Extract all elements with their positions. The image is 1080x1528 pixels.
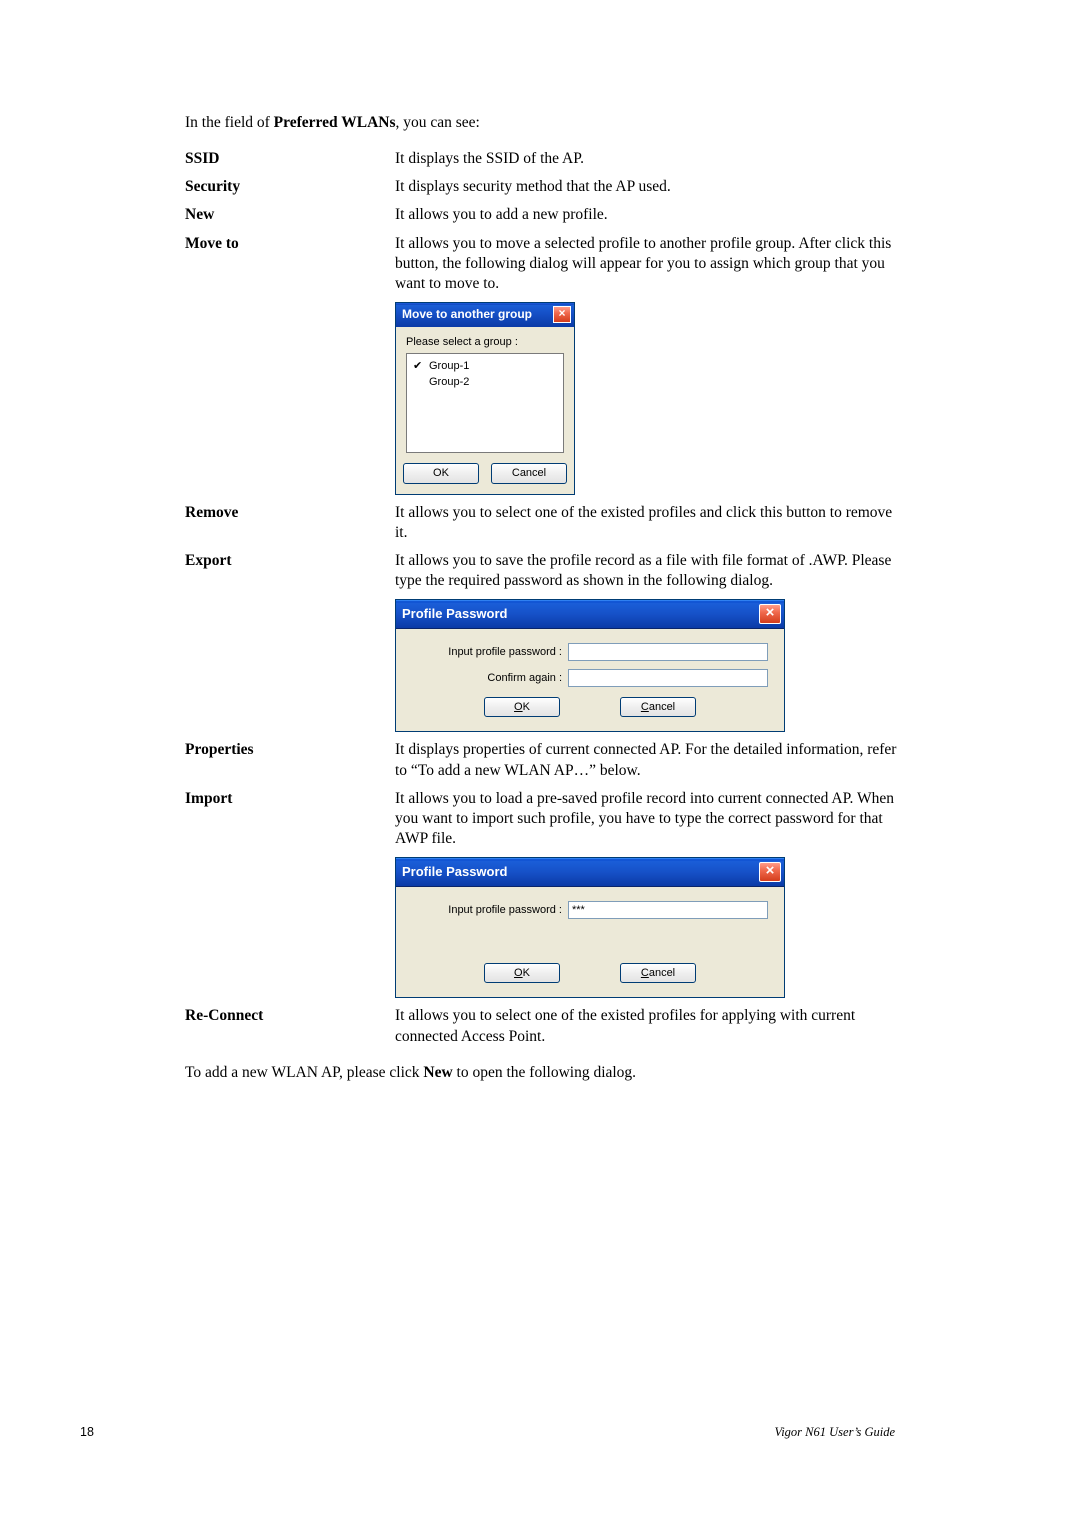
desc-export: It allows you to save the profile record… xyxy=(395,547,898,595)
import-password-label: Input profile password : xyxy=(412,903,568,917)
cancel-button[interactable]: Cancel xyxy=(620,697,696,717)
move-to-dialog: Move to another group × Please select a … xyxy=(395,302,575,495)
term-export: Export xyxy=(185,547,395,595)
export-password-label: Input profile password : xyxy=(412,645,568,659)
close-icon[interactable]: × xyxy=(553,306,571,323)
page-number: 18 xyxy=(80,1424,94,1440)
ok-button[interactable]: OK xyxy=(484,963,560,983)
group-item-2[interactable]: Group-2 xyxy=(413,374,557,390)
export-password-input[interactable] xyxy=(568,643,768,661)
desc-properties: It displays properties of current connec… xyxy=(395,736,898,784)
close-icon[interactable]: × xyxy=(759,604,781,624)
profile-export-body: Input profile password : Confirm again :… xyxy=(396,629,784,731)
intro-bold: Preferred WLANs xyxy=(274,114,396,131)
desc-ssid: It displays the SSID of the AP. xyxy=(395,145,898,173)
profile-import-title: Profile Password xyxy=(402,864,507,881)
group-1-label: Group-1 xyxy=(429,359,469,373)
profile-import-titlebar: Profile Password × xyxy=(396,858,784,887)
intro-pre: In the field of xyxy=(185,114,274,131)
desc-new: It allows you to add a new profile. xyxy=(395,201,898,229)
desc-security: It displays security method that the AP … xyxy=(395,173,898,201)
term-new: New xyxy=(185,201,395,229)
cancel-rest: ancel xyxy=(649,967,675,979)
ok-rest: K xyxy=(523,701,530,713)
term-moveto: Move to xyxy=(185,230,395,298)
ok-underline: O xyxy=(514,701,523,713)
term-security: Security xyxy=(185,173,395,201)
intro-line: In the field of Preferred WLANs, you can… xyxy=(185,113,898,133)
group-2-label: Group-2 xyxy=(429,375,469,389)
guide-name: Vigor N61 User’s Guide xyxy=(775,1424,896,1440)
ok-underline: O xyxy=(514,967,523,979)
cancel-button[interactable]: Cancel xyxy=(491,463,567,483)
term-ssid: SSID xyxy=(185,145,395,173)
outro-post: to open the following dialog. xyxy=(453,1064,636,1081)
outro-pre: To add a new WLAN AP, please click xyxy=(185,1064,423,1081)
profile-password-export-dialog: Profile Password × Input profile passwor… xyxy=(395,599,785,732)
term-properties: Properties xyxy=(185,736,395,784)
term-import: Import xyxy=(185,785,395,853)
cancel-underline: C xyxy=(641,701,649,713)
outro-bold: New xyxy=(423,1064,452,1081)
term-remove: Remove xyxy=(185,499,395,547)
check-icon xyxy=(413,359,425,373)
profile-import-body: Input profile password : OK Cancel xyxy=(396,887,784,997)
export-confirm-input[interactable] xyxy=(568,669,768,687)
definitions-table: SSID It displays the SSID of the AP. Sec… xyxy=(185,145,898,1051)
move-to-body: Please select a group : Group-1 Group-2 xyxy=(396,327,574,494)
cancel-underline: C xyxy=(641,967,649,979)
intro-post: , you can see: xyxy=(396,114,480,131)
close-icon[interactable]: × xyxy=(759,862,781,882)
move-to-title: Move to another group xyxy=(402,307,532,323)
group-item-1[interactable]: Group-1 xyxy=(413,358,557,374)
desc-remove: It allows you to select one of the exist… xyxy=(395,499,898,547)
move-to-prompt: Please select a group : xyxy=(406,335,564,349)
export-confirm-label: Confirm again : xyxy=(412,671,568,685)
term-reconnect: Re-Connect xyxy=(185,1002,395,1050)
ok-rest: K xyxy=(523,967,530,979)
page-footer: 18 Vigor N61 User’s Guide xyxy=(0,1424,1080,1440)
desc-import: It allows you to load a pre-saved profil… xyxy=(395,785,898,853)
profile-export-titlebar: Profile Password × xyxy=(396,600,784,629)
group-listbox[interactable]: Group-1 Group-2 xyxy=(406,353,564,453)
outro-line: To add a new WLAN AP, please click New t… xyxy=(185,1063,898,1083)
profile-password-import-dialog: Profile Password × Input profile passwor… xyxy=(395,857,785,998)
desc-moveto: It allows you to move a selected profile… xyxy=(395,230,898,298)
ok-button[interactable]: OK xyxy=(403,463,479,483)
import-password-input[interactable] xyxy=(568,901,768,919)
profile-export-title: Profile Password xyxy=(402,606,507,623)
document-page: In the field of Preferred WLANs, you can… xyxy=(0,0,1080,1528)
ok-button[interactable]: OK xyxy=(484,697,560,717)
desc-reconnect: It allows you to select one of the exist… xyxy=(395,1002,898,1050)
move-to-titlebar: Move to another group × xyxy=(396,303,574,327)
cancel-rest: ancel xyxy=(649,701,675,713)
cancel-button[interactable]: Cancel xyxy=(620,963,696,983)
